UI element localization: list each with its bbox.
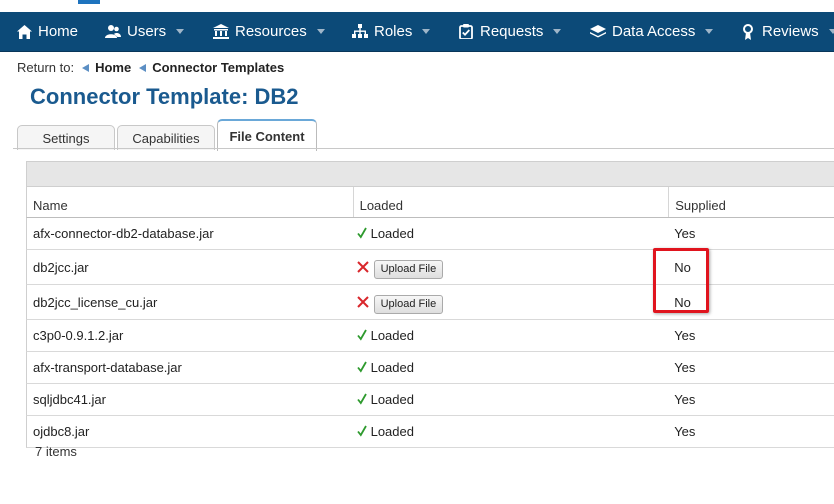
chevron-down-icon xyxy=(422,29,431,34)
upload-file-button[interactable]: Upload File xyxy=(373,294,444,314)
table-row: afx-transport-database.jar Loaded Yes xyxy=(26,352,834,384)
file-name: c3p0-0.9.1.2.jar xyxy=(33,328,124,343)
nav-requests[interactable]: Requests xyxy=(458,12,562,51)
x-icon xyxy=(356,296,369,308)
breadcrumb: Return to: Home Connector Templates xyxy=(17,60,284,75)
loaded-label: Loaded xyxy=(370,360,414,375)
loaded-label: Loaded xyxy=(370,328,414,343)
award-icon xyxy=(740,23,756,40)
top-accent xyxy=(78,0,100,4)
chevron-down-icon xyxy=(553,29,562,34)
table-row: db2jcc_license_cu.jar Upload File No xyxy=(26,285,834,320)
column-header-supplied[interactable]: Supplied xyxy=(668,187,834,217)
top-strip xyxy=(0,0,834,12)
highlight-annotation xyxy=(653,248,709,313)
x-icon xyxy=(356,261,369,273)
item-count: 7 items xyxy=(35,444,77,459)
nav-resources-label: Resources xyxy=(235,23,307,40)
upload-file-button[interactable]: Upload File xyxy=(373,259,444,279)
page-title: Connector Template: DB2 xyxy=(30,84,299,109)
nav-home[interactable]: Home xyxy=(16,12,78,51)
tab-capabilities[interactable]: Capabilities xyxy=(117,125,215,150)
nav-reviews[interactable]: Reviews xyxy=(740,12,834,51)
users-icon xyxy=(105,24,121,40)
file-name: db2jcc_license_cu.jar xyxy=(33,294,158,310)
main-navbar: Home Users Resources Roles Requests Data… xyxy=(0,12,834,52)
table-row: sqljdbc41.jar Loaded Yes xyxy=(26,384,834,416)
nav-reviews-label: Reviews xyxy=(762,23,819,40)
nav-home-label: Home xyxy=(38,23,79,40)
check-icon xyxy=(356,425,367,437)
chevron-down-icon xyxy=(316,29,325,34)
nav-roles-label: Roles xyxy=(374,23,413,40)
loaded-label: Loaded xyxy=(370,424,414,439)
file-name: sqljdbc41.jar xyxy=(33,392,106,407)
table-row: db2jcc.jar Upload File No xyxy=(26,250,834,285)
table-toolbar xyxy=(26,161,834,187)
breadcrumb-prefix: Return to: xyxy=(17,60,75,75)
column-header-loaded[interactable]: Loaded xyxy=(352,187,669,217)
chevron-down-icon xyxy=(176,29,185,34)
loaded-label: Loaded xyxy=(370,226,414,241)
sitemap-icon xyxy=(352,24,368,40)
breadcrumb-connector-templates-link[interactable]: Connector Templates xyxy=(152,60,284,75)
loaded-status: Loaded xyxy=(353,352,669,383)
loaded-status: Loaded xyxy=(353,320,669,351)
nav-data-access-label: Data Access xyxy=(612,23,696,40)
file-name: ojdbc8.jar xyxy=(33,424,90,439)
column-header-name[interactable]: Name xyxy=(27,187,353,217)
caret-left-icon xyxy=(82,63,90,72)
layers-icon xyxy=(590,24,606,40)
loaded-status: Loaded xyxy=(353,218,669,249)
file-name: afx-transport-database.jar xyxy=(33,360,182,375)
nav-data-access[interactable]: Data Access xyxy=(590,12,714,51)
nav-roles[interactable]: Roles xyxy=(352,12,431,51)
table-row: c3p0-0.9.1.2.jar Loaded Yes xyxy=(26,320,834,352)
breadcrumb-home-link[interactable]: Home xyxy=(95,60,131,75)
check-icon xyxy=(356,227,367,239)
check-icon xyxy=(356,361,367,373)
tab-file-content[interactable]: File Content xyxy=(217,119,317,151)
loaded-status: Upload File xyxy=(353,285,669,319)
table-header: Name Loaded Supplied xyxy=(26,187,834,218)
nav-users[interactable]: Users xyxy=(105,12,185,51)
home-icon xyxy=(16,24,32,40)
loaded-status: Upload File xyxy=(353,250,669,284)
table-row: ojdbc8.jar Loaded Yes xyxy=(26,416,834,448)
table-row: afx-connector-db2-database.jar Loaded Ye… xyxy=(26,218,834,250)
caret-left-icon xyxy=(139,63,147,72)
file-content-table: Name Loaded Supplied afx-connector-db2-d… xyxy=(26,161,834,448)
supplied-value: Yes xyxy=(674,392,696,407)
chevron-down-icon xyxy=(828,29,834,34)
bank-icon xyxy=(213,24,229,40)
supplied-value: Yes xyxy=(674,424,696,439)
loaded-status: Loaded xyxy=(353,416,669,447)
loaded-status: Loaded xyxy=(353,384,669,415)
tab-divider xyxy=(13,148,834,149)
file-name: afx-connector-db2-database.jar xyxy=(33,226,214,241)
nav-users-label: Users xyxy=(127,23,167,40)
tab-settings[interactable]: Settings xyxy=(17,125,115,150)
check-icon xyxy=(356,329,367,341)
supplied-value: Yes xyxy=(674,328,696,343)
nav-requests-label: Requests xyxy=(480,23,544,40)
loaded-label: Loaded xyxy=(370,392,414,407)
check-icon xyxy=(356,393,367,405)
chevron-down-icon xyxy=(705,29,714,34)
supplied-value: Yes xyxy=(674,226,696,241)
clipboard-check-icon xyxy=(458,24,474,40)
nav-resources[interactable]: Resources xyxy=(213,12,325,51)
file-name: db2jcc.jar xyxy=(33,259,89,275)
supplied-value: Yes xyxy=(674,360,696,375)
